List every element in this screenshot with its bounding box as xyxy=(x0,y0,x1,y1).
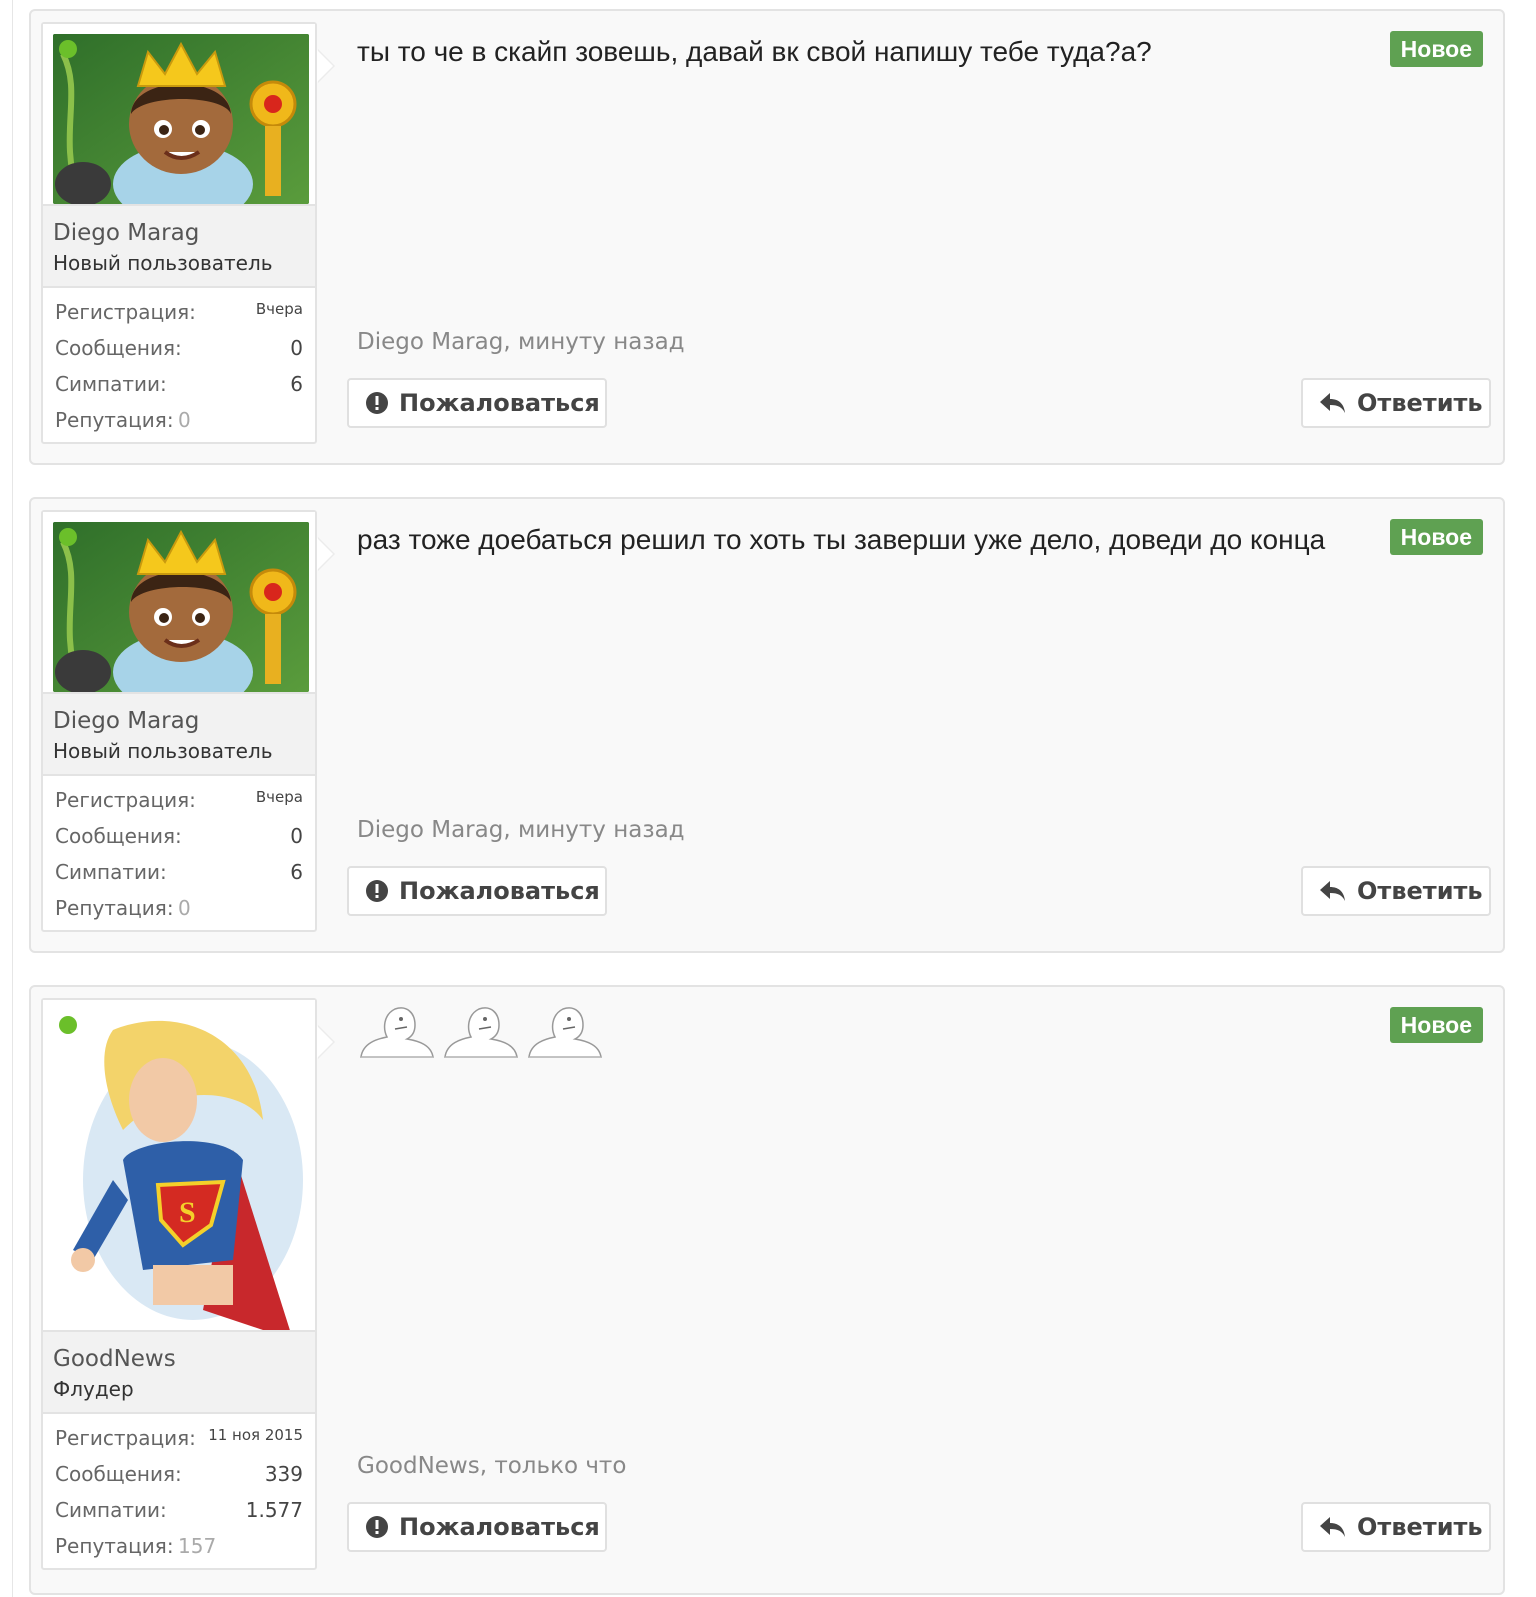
user-info-block: Diego Marag Новый пользователь Регистрац… xyxy=(41,510,335,932)
reputation-label: Репутация: xyxy=(55,1534,174,1558)
new-badge: Новое xyxy=(1389,1007,1483,1043)
reputation-label: Репутация: xyxy=(55,896,174,920)
reply-button[interactable]: Ответить xyxy=(1301,378,1491,428)
reply-label: Ответить xyxy=(1357,877,1483,905)
user-info-block: S GoodNews Флудер Регистрация: 11 ноя 201… xyxy=(41,998,335,1570)
likes-value: 6 xyxy=(290,372,303,396)
messages-value: 0 xyxy=(290,824,303,848)
post: S GoodNews Флудер Регистрация: 11 ноя 201… xyxy=(29,985,1505,1595)
reputation-value: 0 xyxy=(178,896,191,920)
messages-value: 339 xyxy=(264,1462,303,1486)
reply-icon xyxy=(1319,879,1347,903)
warning-icon xyxy=(365,1515,389,1539)
post-message: ты то че в скайп зовешь, давай вк свой н… xyxy=(357,36,1152,67)
user-stats: Регистрация: Вчера Сообщения: 0 Симпатии: 6… xyxy=(43,288,315,442)
registration-label: Регистрация: xyxy=(55,788,196,812)
reply-button[interactable]: Ответить xyxy=(1301,1502,1491,1552)
messages-value: 0 xyxy=(290,336,303,360)
likes-value: 6 xyxy=(290,860,303,884)
reputation-value: 0 xyxy=(178,408,191,432)
post: Diego Marag Новый пользователь Регистрац… xyxy=(29,9,1505,465)
report-button[interactable]: Пожаловаться xyxy=(347,866,607,916)
likes-label: Симпатии: xyxy=(55,1498,167,1522)
meme-face-icon xyxy=(528,1007,602,1058)
online-status-dot xyxy=(59,40,77,58)
reputation-value: 157 xyxy=(178,1534,217,1558)
user-stats: Регистрация: Вчера Сообщения: 0 Симпатии: 6… xyxy=(43,776,315,930)
meme-face-icon xyxy=(444,1007,518,1058)
likes-label: Симпатии: xyxy=(55,860,167,884)
warning-icon xyxy=(365,879,389,903)
user-title: Флудер xyxy=(53,1377,134,1401)
messages-label: Сообщения: xyxy=(55,336,182,360)
user-stats: Регистрация: 11 ноя 2015 Сообщения: 339 Си… xyxy=(43,1414,315,1568)
likes-label: Симпатии: xyxy=(55,372,167,396)
svg-text:S: S xyxy=(179,1196,196,1229)
post-message xyxy=(357,1003,605,1059)
user-info-block: Diego Marag Новый пользователь Регистрац… xyxy=(41,22,335,444)
likes-value: 1.577 xyxy=(245,1498,303,1522)
user-avatar[interactable]: S xyxy=(53,1010,309,1330)
user-title: Новый пользователь xyxy=(53,739,273,763)
report-label: Пожаловаться xyxy=(399,877,600,905)
post: Diego Marag Новый пользователь Регистрац… xyxy=(29,497,1505,953)
new-badge: Новое xyxy=(1389,519,1483,555)
report-label: Пожаловаться xyxy=(399,389,600,417)
report-button[interactable]: Пожаловаться xyxy=(347,1502,607,1552)
messages-label: Сообщения: xyxy=(55,824,182,848)
new-badge: Новое xyxy=(1389,31,1483,67)
reply-label: Ответить xyxy=(1357,389,1483,417)
page-edge xyxy=(12,0,13,1597)
reply-button[interactable]: Ответить xyxy=(1301,866,1491,916)
registration-value: 11 ноя 2015 xyxy=(208,1426,303,1444)
report-label: Пожаловаться xyxy=(399,1513,600,1541)
report-button[interactable]: Пожаловаться xyxy=(347,378,607,428)
reply-label: Ответить xyxy=(1357,1513,1483,1541)
user-avatar[interactable] xyxy=(53,34,309,204)
reputation-label: Репутация: xyxy=(55,408,174,432)
reply-icon xyxy=(1319,1515,1347,1539)
user-title: Новый пользователь xyxy=(53,251,273,275)
post-meta[interactable]: GoodNews, только что xyxy=(357,1453,626,1479)
online-status-dot xyxy=(59,528,77,546)
reply-icon xyxy=(1319,391,1347,415)
user-avatar[interactable] xyxy=(53,522,309,692)
username[interactable]: Diego Marag xyxy=(53,218,305,248)
warning-icon xyxy=(365,391,389,415)
username[interactable]: GoodNews xyxy=(53,1344,305,1374)
post-message: раз тоже доебаться решил то хоть ты заве… xyxy=(357,524,1326,555)
online-status-dot xyxy=(59,1016,77,1034)
registration-label: Регистрация: xyxy=(55,300,196,324)
post-meta[interactable]: Diego Marag, минуту назад xyxy=(357,329,685,355)
messages-label: Сообщения: xyxy=(55,1462,182,1486)
registration-value: Вчера xyxy=(255,300,303,318)
meme-face-icon xyxy=(360,1007,434,1058)
registration-label: Регистрация: xyxy=(55,1426,196,1450)
post-meta[interactable]: Diego Marag, минуту назад xyxy=(357,817,685,843)
username[interactable]: Diego Marag xyxy=(53,706,305,736)
registration-value: Вчера xyxy=(255,788,303,806)
